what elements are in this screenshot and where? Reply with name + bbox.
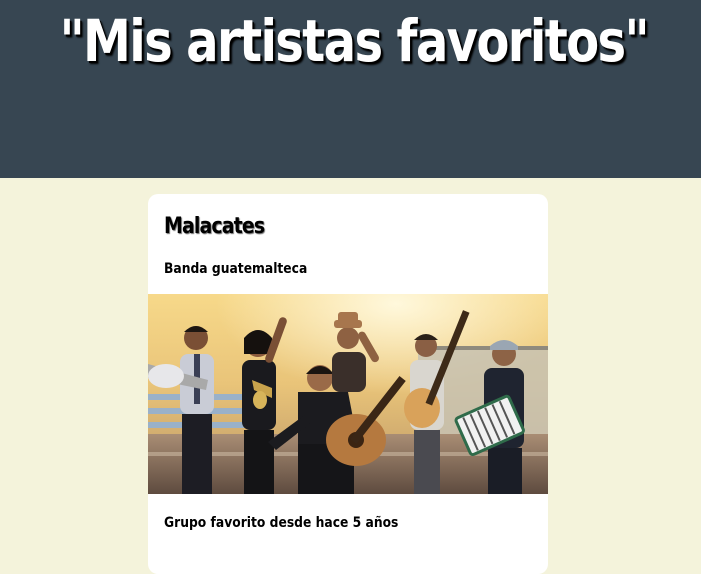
page-header: "Mis artistas favoritos" [0,0,701,178]
artist-name: Malacates [164,214,265,239]
band-photo [148,294,548,494]
artist-card: Malacates Banda guatemalteca Grupo favor… [148,194,548,574]
page-title: "Mis artistas favoritos" [59,7,650,75]
artist-description: Banda guatemalteca [164,261,308,277]
fan-since-note: Grupo favorito desde hace 5 años [164,515,399,531]
